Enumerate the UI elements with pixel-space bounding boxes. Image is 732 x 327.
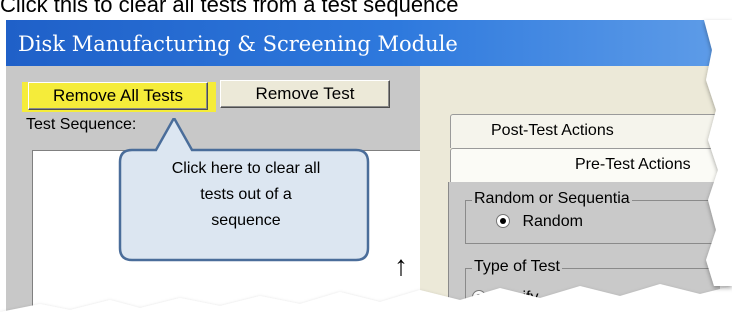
callout-line-1: Click here to clear all <box>171 160 321 177</box>
remove-all-tests-button[interactable]: Remove All Tests <box>28 82 208 110</box>
type-of-test-legend: Type of Test <box>472 258 562 276</box>
tab-pre-test-actions[interactable]: Pre-Test Actions <box>450 148 720 182</box>
caption-text: Click this to clear all tests from a tes… <box>0 0 459 17</box>
random-sequential-group: Random or Sequentia Random <box>465 190 720 244</box>
callout-line-2: tests out of a <box>200 186 292 203</box>
window-title: Disk Manufacturing & Screening Module <box>18 32 458 56</box>
random-radio-option[interactable]: Random <box>496 213 583 231</box>
verify-radio-label: Verify <box>498 289 539 306</box>
pre-test-tab-panel: Random or Sequentia Random Type of Test … <box>448 182 720 312</box>
callout-line-3: sequence <box>211 212 281 229</box>
type-of-test-group: Type of Test Verify <box>465 258 720 312</box>
random-sequential-legend: Random or Sequentia <box>472 190 632 208</box>
callout-text: Click here to clear all tests out of a s… <box>126 156 366 234</box>
verify-radio-option[interactable]: Verify <box>472 289 538 307</box>
radio-selected-icon <box>472 289 486 304</box>
move-up-arrow-icon[interactable]: ↑ <box>394 252 408 280</box>
title-bar: Disk Manufacturing & Screening Module <box>6 20 720 66</box>
random-radio-label: Random <box>522 213 583 230</box>
radio-selected-icon <box>496 213 510 228</box>
remove-test-button[interactable]: Remove Test <box>220 80 390 108</box>
right-panel: Post-Test Actions Pre-Test Actions Rando… <box>420 66 720 312</box>
tab-post-test-actions[interactable]: Post-Test Actions <box>450 114 720 148</box>
